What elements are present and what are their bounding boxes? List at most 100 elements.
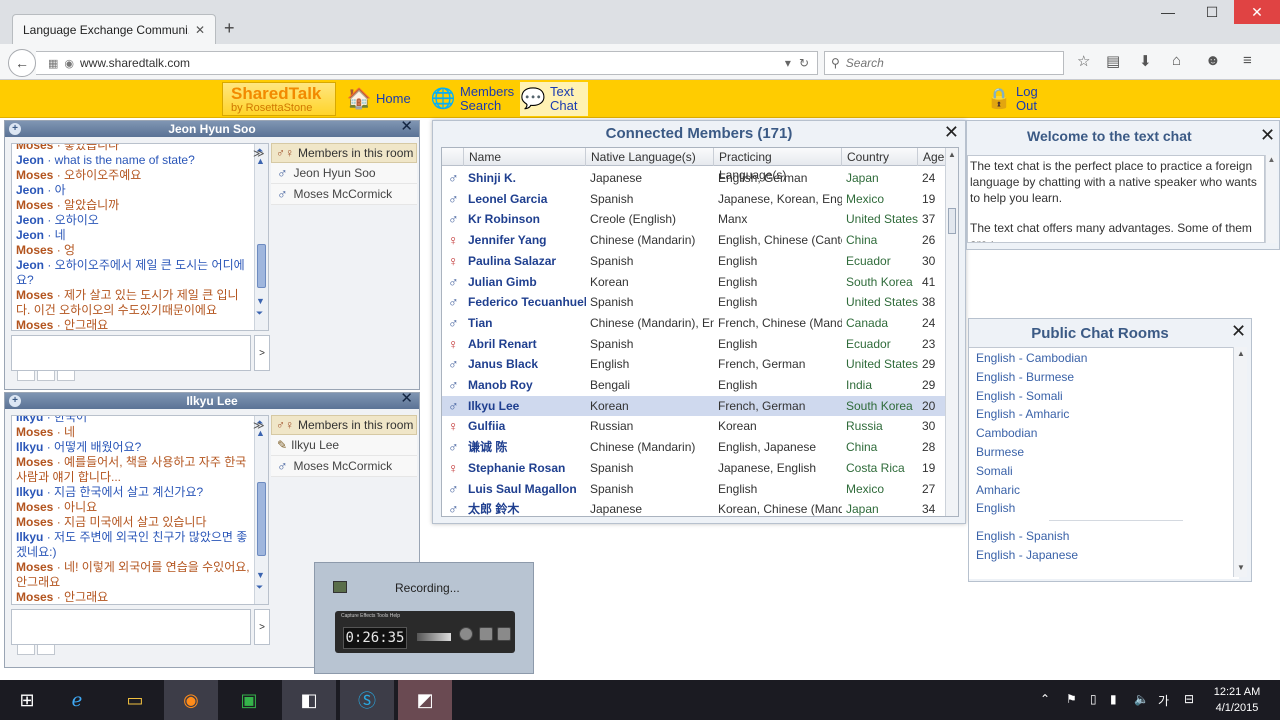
member-row[interactable]: ♂ Federico Tecuanhuehu Spanish English Unite… <box>442 292 946 312</box>
tab-close-icon[interactable]: ✕ <box>195 23 205 37</box>
chat-close-icon[interactable]: ✕ <box>400 391 413 407</box>
member-row[interactable]: ♂ 太郎 鈴木 Japanese Korean, Chinese (Mand Japan… <box>442 499 946 516</box>
member-item[interactable]: ♂ Moses McCormick <box>271 184 417 205</box>
chat-scrollbar[interactable]: ⏶ ▲ ▼ ⏷ <box>254 416 268 604</box>
col-practicing[interactable]: Practicing Language(s) <box>714 148 842 182</box>
room-link[interactable]: Amharic <box>976 483 1020 497</box>
scroll-thumb[interactable] <box>257 482 266 556</box>
capture-taskbar-icon[interactable]: ◩ <box>398 680 452 720</box>
tray-up-arrow-icon[interactable]: ⌃ <box>1040 692 1050 706</box>
room-link[interactable]: Cambodian <box>976 426 1037 440</box>
stop-button[interactable] <box>497 627 511 641</box>
home-icon[interactable]: ⌂ <box>1172 52 1181 69</box>
col-age[interactable]: Age <box>918 148 946 166</box>
member-item[interactable]: ✎ Ilkyu Lee <box>271 435 417 456</box>
record-button[interactable] <box>459 627 473 641</box>
scroll-down-icon[interactable]: ▼ <box>256 296 265 306</box>
chat-tab[interactable] <box>17 371 35 381</box>
ime-indicator[interactable]: 가 <box>1158 692 1169 709</box>
chat-input[interactable] <box>11 335 251 371</box>
collapse-members-icon[interactable]: ≫ <box>253 147 265 160</box>
nav-text-chat[interactable]: 💬 Text Chat <box>520 82 588 116</box>
member-item[interactable]: ♂ Jeon Hyun Soo <box>271 163 417 184</box>
col-native[interactable]: Native Language(s) <box>586 148 714 166</box>
member-row[interactable]: ♀ Abril Renart Spanish English Ecuador 23 <box>442 334 946 354</box>
chat-options-icon[interactable]: + <box>9 123 21 135</box>
member-row[interactable]: ♂ Luis Saul Magallon Spanish English Mexico 2… <box>442 479 946 499</box>
back-button[interactable]: ← <box>8 49 36 77</box>
bookmark-star-icon[interactable]: ☆ <box>1077 52 1090 70</box>
member-row[interactable]: ♂ Janus Black English French, German United … <box>442 354 946 374</box>
reload-icon[interactable]: ↻ <box>799 56 809 70</box>
store-icon[interactable]: ▣ <box>222 680 276 720</box>
member-row[interactable]: ♂ Shinji K. Japanese English, German Japan 24 <box>442 168 946 188</box>
grid-scroll-thumb[interactable] <box>948 208 956 234</box>
scroll-up-icon[interactable]: ▲ <box>948 150 956 159</box>
chat-close-icon[interactable]: ✕ <box>400 119 413 135</box>
pause-button[interactable] <box>479 627 493 641</box>
welcome-close-icon[interactable]: ✕ <box>1260 125 1275 146</box>
nav-home[interactable]: 🏠 Home <box>346 82 426 116</box>
panel-close-icon[interactable]: ✕ <box>944 122 959 143</box>
member-row[interactable]: ♂ Leonel Garcia Spanish Japanese, Korean, E… <box>442 189 946 209</box>
battery-icon[interactable]: ▯ <box>1090 692 1097 706</box>
member-row[interactable]: ♀ Paulina Salazar Spanish English Ecuador 30 <box>442 251 946 271</box>
room-link[interactable]: Burmese <box>976 445 1024 459</box>
internet-explorer-icon[interactable]: ℯ <box>50 680 104 720</box>
chat-window-header[interactable]: + Jeon Hyun Soo ✕ <box>5 119 419 137</box>
scroll-up-icon[interactable]: ▲ <box>1268 155 1276 164</box>
nav-logout[interactable]: 🔒 Log Out <box>986 82 1046 116</box>
chat-window-header[interactable]: + Ilkyu Lee ✕ <box>5 391 419 409</box>
col-gender[interactable] <box>442 148 464 166</box>
room-link[interactable]: English - Cambodian <box>976 351 1087 365</box>
network-icon[interactable]: ▮ <box>1110 692 1117 706</box>
room-link[interactable]: English <box>976 501 1015 515</box>
recorder-taskbar-icon[interactable]: ◧ <box>282 680 336 720</box>
nav-members-search[interactable]: 🌐 Members Search <box>430 82 518 116</box>
room-link[interactable]: English - Somali <box>976 389 1063 403</box>
maximize-icon[interactable]: ☐ <box>1190 0 1234 24</box>
taskbar-clock[interactable]: 12:21 AM 4/1/2015 <box>1206 684 1268 716</box>
file-explorer-icon[interactable]: ▭ <box>108 680 162 720</box>
member-row[interactable]: ♂ Ilkyu Lee Korean French, German South Kore… <box>442 395 946 416</box>
volume-icon[interactable]: 🔈 <box>1134 692 1149 706</box>
member-row[interactable]: ♀ Gulfiia Russian Korean Russia 30 <box>442 416 946 436</box>
chat-input[interactable] <box>11 609 251 645</box>
member-item[interactable]: ♂ Moses McCormick <box>271 456 417 477</box>
rooms-scrollbar[interactable]: ▲ ▼ <box>1233 347 1247 577</box>
download-icon[interactable]: ⬇ <box>1139 52 1152 70</box>
chat-tab[interactable] <box>37 371 55 381</box>
member-row[interactable]: ♂ Julian Gimb Korean English South Korea 41 <box>442 272 946 292</box>
col-country[interactable]: Country <box>842 148 918 166</box>
rooms-close-icon[interactable]: ✕ <box>1231 321 1246 342</box>
scroll-down-icon[interactable]: ▼ <box>1237 563 1245 572</box>
scroll-bottom-icon[interactable]: ⏷ <box>256 582 263 592</box>
search-input[interactable] <box>845 56 1046 70</box>
windows-start-icon[interactable]: ⊞ <box>0 680 54 720</box>
firefox-icon[interactable]: ◉ <box>164 680 218 720</box>
welcome-scrollbar[interactable]: ▲ <box>1265 155 1277 243</box>
chat-scrollbar[interactable]: ⏶ ▲ ▼ ⏷ <box>254 144 268 330</box>
member-row[interactable]: ♀ Jennifer Yang Chinese (Mandarin) English,… <box>442 230 946 250</box>
dropdown-arrow-icon[interactable]: ▾ <box>785 56 791 70</box>
browser-tab[interactable]: Language Exchange Communi... ✕ <box>12 14 216 44</box>
search-bar[interactable]: ⚲ <box>824 51 1064 75</box>
room-link[interactable]: English - Burmese <box>976 370 1074 384</box>
member-row[interactable]: ♂ Kr Robinson Creole (English) Manx United S… <box>442 209 946 229</box>
chat-tab[interactable] <box>17 645 35 655</box>
member-row[interactable]: ♂ Tian Chinese (Mandarin), En French, Chine… <box>442 313 946 333</box>
member-row[interactable]: ♂ 谦诚 陈 Chinese (Mandarin) English, Japanese… <box>442 437 946 457</box>
room-link[interactable]: English - Spanish <box>976 529 1069 543</box>
room-link[interactable]: Somali <box>976 464 1013 478</box>
send-button[interactable]: > <box>254 609 270 645</box>
recorder-menu[interactable]: Capture Effects Tools Help <box>341 613 400 619</box>
scroll-down-icon[interactable]: ▼ <box>256 570 265 580</box>
room-link[interactable]: English - Japanese <box>976 548 1078 562</box>
ime-mode-icon[interactable]: ⊟ <box>1184 692 1194 706</box>
chat-tab[interactable] <box>57 371 75 381</box>
skype-icon[interactable]: Ⓢ <box>340 680 394 720</box>
chat-options-icon[interactable]: + <box>9 395 21 407</box>
url-bar[interactable]: ▦ ◉ www.sharedtalk.com ▾ ↻ <box>36 51 818 75</box>
new-tab-icon[interactable]: + <box>224 18 235 39</box>
send-button[interactable]: > <box>254 335 270 371</box>
